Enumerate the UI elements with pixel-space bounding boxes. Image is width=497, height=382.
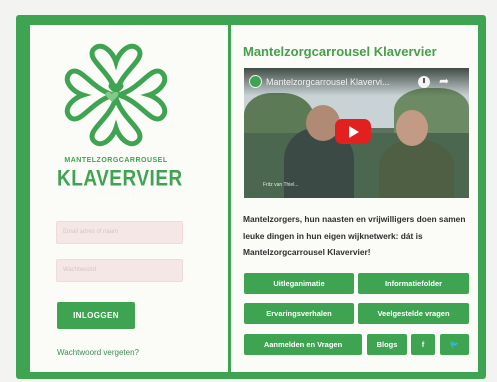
page: MANTELZORGCARROUSEL KLAVERVIER · · · · ·… [0, 0, 497, 382]
password-input[interactable]: Wachtwoord [56, 259, 183, 282]
play-icon[interactable] [335, 119, 371, 144]
channel-avatar-icon[interactable] [249, 75, 262, 88]
aanmelden-button[interactable]: Aanmelden en Vragen [244, 334, 362, 355]
clover-logo-icon [64, 43, 168, 147]
facebook-icon[interactable]: f [411, 334, 435, 355]
klavervier-logo: MANTELZORGCARROUSEL KLAVERVIER · · · · ·… [57, 40, 183, 196]
ervaringsverhalen-button[interactable]: Ervaringsverhalen [244, 303, 354, 324]
username-input[interactable]: Email adres of naam [56, 221, 183, 244]
video-person-right [379, 140, 454, 198]
share-icon[interactable]: ➦ [439, 74, 449, 88]
logo-tagline: · · · · · · · · · · · [92, 191, 140, 196]
video-player[interactable]: Mantelzorgcarrousel Klavervi... ➦ Fritz … [244, 68, 469, 198]
informatiefolder-button[interactable]: Informatiefolder [358, 273, 469, 294]
logo-title: KLAVERVIER [57, 167, 183, 192]
video-caption: Fritz van Thiel... [263, 182, 299, 188]
watch-later-icon[interactable] [418, 76, 430, 88]
faq-button[interactable]: Veelgestelde vragen [358, 303, 469, 324]
login-button[interactable]: INLOGGEN [57, 302, 135, 329]
uitleganimatie-button[interactable]: Uitleganimatie [244, 273, 354, 294]
twitter-icon[interactable]: 🐦 [440, 334, 469, 355]
intro-text: Mantelzorgers, hun naasten en vrijwillig… [243, 214, 466, 257]
blogs-button[interactable]: Blogs [367, 334, 407, 355]
page-title: Mantelzorgcarrousel Klavervier [243, 44, 437, 59]
logo-subtitle: MANTELZORGCARROUSEL [64, 157, 168, 164]
video-person-right-head [396, 110, 428, 146]
forgot-password-link[interactable]: Wachtwoord vergeten? [57, 348, 139, 357]
video-title[interactable]: Mantelzorgcarrousel Klavervi... [266, 77, 390, 87]
